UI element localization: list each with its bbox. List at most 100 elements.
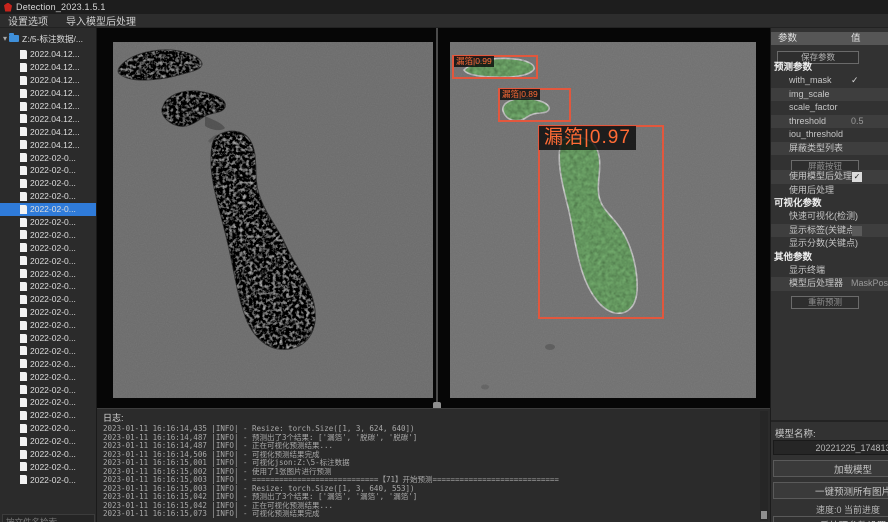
param-row[interactable]: 显示标签(关键点)	[771, 224, 888, 238]
tree-items: 2022.04.12...2022.04.12...2022.04.12...2…	[0, 48, 97, 486]
checkbox-checked[interactable]: ✓	[852, 172, 862, 182]
tree-item[interactable]: 2022-02-0...	[0, 461, 97, 474]
app-icon	[4, 3, 12, 12]
tree-item[interactable]: 2022-02-0...	[0, 370, 97, 383]
tree-item[interactable]: 2022-02-0...	[0, 267, 97, 280]
param-row[interactable]: 使用模型后处理✓	[771, 170, 888, 184]
tree-item[interactable]: 2022-02-0...	[0, 216, 97, 229]
file-icon	[20, 334, 27, 343]
param-label: 显示终端	[771, 265, 825, 275]
log-title: 日志:	[97, 409, 770, 425]
tree-item[interactable]: 2022-02-0...	[0, 435, 97, 448]
tree-item-label: 2022-02-0...	[30, 307, 76, 317]
tree-item[interactable]: 2022-02-0...	[0, 280, 97, 293]
predict-all-button[interactable]: 一键预测所有图片	[773, 482, 888, 499]
model-name-field[interactable]: 20221225_174813	[773, 440, 888, 455]
tree-item-label: 2022-02-0...	[30, 320, 76, 330]
file-icon	[20, 63, 27, 72]
tree-item[interactable]: 2022-02-0...	[0, 254, 97, 267]
tree-item[interactable]: 2022-02-0...	[0, 190, 97, 203]
tree-item[interactable]: 2022-02-0...	[0, 344, 97, 357]
tree-root[interactable]: ▾ Z:/5-标注数据/...	[0, 32, 96, 45]
tree-item[interactable]: 2022-02-0...	[0, 164, 97, 177]
log-scrollbar[interactable]	[760, 411, 768, 521]
tree-item[interactable]: 2022.04.12...	[0, 100, 97, 113]
file-icon	[20, 372, 27, 381]
tree-item[interactable]: 2022-02-0...	[0, 357, 97, 370]
file-icon	[20, 462, 27, 471]
tree-item[interactable]: 2022-02-0...	[0, 422, 97, 435]
tree-item[interactable]: 2022-02-0...	[0, 383, 97, 396]
prediction-image-pane[interactable]: 漏箔|0.99 漏箔|0.89 漏箔|0.97	[450, 42, 756, 398]
param-label: 使用模型后处理	[771, 171, 852, 181]
param-label: 快速可视化(检测)	[771, 211, 858, 221]
tree-item[interactable]: 2022.04.12...	[0, 112, 97, 125]
tree-item-label: 2022.04.12...	[30, 114, 80, 124]
tree-item[interactable]: 2022-02-0...	[0, 241, 97, 254]
param-section: 其他参数	[771, 251, 888, 264]
param-row[interactable]: scale_factor	[771, 101, 888, 115]
checkbox-unchecked[interactable]	[852, 226, 862, 236]
tree-item-label: 2022-02-0...	[30, 397, 76, 407]
original-image-pane[interactable]	[113, 42, 433, 398]
param-label: with_mask	[771, 75, 832, 85]
param-label: 显示分数(关键点)	[771, 238, 858, 248]
file-icon	[20, 76, 27, 85]
title-bar: Detection_2023.1.5.1	[0, 0, 888, 14]
param-row[interactable]: img_scale	[771, 88, 888, 102]
params-header-param: 参数	[771, 32, 845, 45]
param-row[interactable]: 屏蔽类型列表	[771, 142, 888, 156]
tree-item[interactable]: 2022-02-0...	[0, 473, 97, 486]
param-section: 可视化参数	[771, 197, 888, 210]
param-row[interactable]: 使用后处理	[771, 184, 888, 198]
param-row[interactable]: 快速可视化(检测)	[771, 210, 888, 224]
tree-item[interactable]: 2022-02-0...	[0, 319, 97, 332]
tree-item[interactable]: 2022-02-0...	[0, 228, 97, 241]
tree-item-label: 2022.04.12...	[30, 75, 80, 85]
chevron-down-icon[interactable]: ▾	[3, 34, 7, 43]
image-viewer: 漏箔|0.99 漏箔|0.89 漏箔|0.97	[97, 28, 770, 408]
file-icon	[20, 218, 27, 227]
tree-item-label: 2022-02-0...	[30, 165, 76, 175]
tree-item[interactable]: 2022.04.12...	[0, 74, 97, 87]
param-row[interactable]: 显示分数(关键点)	[771, 237, 888, 251]
tree-item[interactable]: 2022-02-0...	[0, 448, 97, 461]
tree-item[interactable]: 2022-02-0...	[0, 151, 97, 164]
param-row[interactable]: with_mask✓	[771, 74, 888, 88]
tree-item-label: 2022-02-0...	[30, 281, 76, 291]
tree-item[interactable]: 2022-02-0...	[0, 332, 97, 345]
param-row[interactable]: iou_threshold	[771, 128, 888, 142]
tree-item-label: 2022-02-0...	[30, 449, 76, 459]
file-icon	[20, 437, 27, 446]
file-icon	[20, 153, 27, 162]
file-icon	[20, 269, 27, 278]
tree-item[interactable]: 2022-02-0...	[0, 409, 97, 422]
load-model-button[interactable]: 加载模型	[773, 460, 888, 477]
menu-item-import-postprocess[interactable]: 导入模型后处理	[66, 13, 136, 28]
tree-item-label: 2022-02-0...	[30, 333, 76, 343]
postprocess-params-button[interactable]: 后处理参数设置	[773, 516, 888, 522]
pane-divider[interactable]	[436, 28, 438, 408]
tree-item[interactable]: 2022-02-0...	[0, 293, 97, 306]
tree-item[interactable]: 2022.04.12...	[0, 48, 97, 61]
tree-item[interactable]: 2022-02-0...	[0, 177, 97, 190]
tree-item-label: 2022-02-0...	[30, 372, 76, 382]
params-header: 参数 值	[771, 32, 888, 45]
search-input[interactable]	[2, 514, 95, 522]
param-button[interactable]: 重新预测	[791, 296, 859, 309]
log-scrollbar-thumb[interactable]	[761, 511, 767, 519]
tree-item[interactable]: 2022-02-0...	[0, 396, 97, 409]
tree-item[interactable]: 2022.04.12...	[0, 61, 97, 74]
tree-item[interactable]: 2022.04.12...	[0, 138, 97, 151]
menu-bar: 设置选项 导入模型后处理	[0, 14, 888, 28]
tree-item-label: 2022.04.12...	[30, 62, 80, 72]
param-row[interactable]: 显示终端	[771, 264, 888, 278]
tree-item[interactable]: 2022.04.12...	[0, 87, 97, 100]
tree-item[interactable]: 2022.04.12...	[0, 125, 97, 138]
tree-item[interactable]: 2022-02-0...	[0, 306, 97, 319]
param-row[interactable]: threshold0.5	[771, 115, 888, 129]
param-row[interactable]: 模型后处理器MaskPostPro	[771, 277, 888, 291]
menu-item-settings[interactable]: 设置选项	[8, 13, 48, 28]
param-label: iou_threshold	[771, 129, 843, 139]
tree-item[interactable]: 2022-02-0...	[0, 203, 97, 216]
